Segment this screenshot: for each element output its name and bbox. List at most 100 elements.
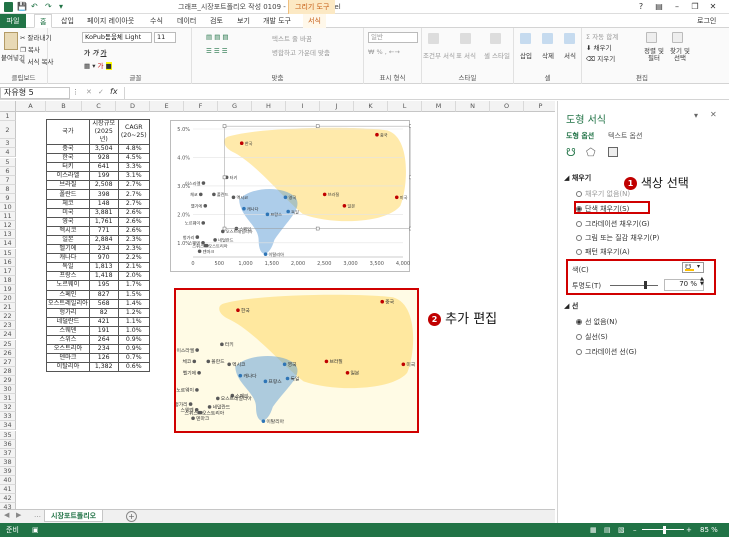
table-cell[interactable]: 체코 (46, 198, 90, 209)
fill-line-icon[interactable]: ☋ (566, 146, 576, 159)
table-cell[interactable]: 3,504 (88, 143, 119, 155)
undo-icon[interactable]: ↶ (31, 1, 38, 13)
column-header[interactable]: P (524, 101, 555, 112)
column-header[interactable]: A (16, 101, 46, 112)
column-header[interactable]: I (286, 101, 320, 112)
line-option-gradient[interactable]: 그라데이션 선(G) (576, 347, 637, 357)
pane-options-chevron-icon[interactable]: ▾ (694, 111, 698, 120)
number-format-select[interactable]: 일반 (368, 32, 418, 43)
tab-text-options[interactable]: 텍스트 옵션 (608, 131, 642, 141)
row-header[interactable]: 17 (0, 266, 16, 276)
table-cell[interactable]: 이탈리아 (46, 362, 90, 373)
tab-review[interactable]: 검토 (205, 14, 228, 28)
table-cell[interactable]: 4.8% (117, 143, 151, 155)
effects-icon[interactable]: ⬠ (586, 146, 596, 159)
column-header[interactable]: K (354, 101, 388, 112)
row-header[interactable]: 33 (0, 412, 16, 422)
align-left-icon[interactable]: ☰ ☰ ☰ (206, 47, 228, 55)
table-format-icon[interactable] (460, 33, 471, 44)
column-header[interactable]: J (320, 101, 354, 112)
insert-cells-button[interactable]: 삽입 (520, 50, 532, 60)
table-cell[interactable]: 브라질 (46, 180, 90, 191)
table-cell[interactable]: 멕시코 (46, 225, 90, 236)
header-market-size[interactable]: 시장규모 (2025년) (88, 119, 119, 145)
tab-formulas[interactable]: 수식 (145, 14, 168, 28)
table-cell[interactable]: 82 (88, 307, 119, 318)
table-cell[interactable]: 2.2% (117, 253, 151, 264)
column-header[interactable]: O (490, 101, 524, 112)
tab-file[interactable]: 파일 (0, 14, 26, 28)
border-button[interactable]: ▦ ▾ 가 ■ (84, 60, 112, 70)
font-name-select[interactable]: KoPub돋움체 Light (82, 32, 152, 43)
fill-option-gradient[interactable]: 그라데이션 채우기(G) (576, 219, 650, 229)
delete-cells-button[interactable]: 삭제 (542, 50, 554, 60)
table-cell[interactable]: 3.1% (117, 171, 151, 182)
fill-section-header[interactable]: ◢ 채우기 (564, 173, 591, 183)
row-header[interactable]: 42 (0, 494, 16, 504)
row-header[interactable]: 34 (0, 421, 16, 431)
row-header[interactable]: 28 (0, 366, 16, 376)
font-size-select[interactable]: 11 (154, 32, 176, 43)
color-picker-button[interactable]: ☋ ▾ (682, 262, 704, 273)
table-cell[interactable]: 1,761 (88, 216, 119, 227)
clear-button[interactable]: ⌫ 지우기 (586, 53, 615, 63)
cut-button[interactable]: ✂ 잘라내기 (20, 32, 51, 42)
table-cell[interactable]: 641 (88, 162, 119, 173)
format-cells-icon[interactable] (564, 33, 575, 44)
row-header[interactable]: 31 (0, 394, 16, 404)
find-select-icon[interactable] (672, 32, 683, 43)
table-cell[interactable]: 126 (88, 353, 119, 364)
row-header[interactable]: 16 (0, 257, 16, 267)
sort-filter-button[interactable]: 정렬 및 필터 (642, 48, 666, 62)
sheet-nav-next-icon[interactable]: ▶ (16, 511, 21, 519)
table-cell[interactable]: 폴란드 (46, 189, 90, 200)
sort-filter-icon[interactable] (646, 32, 657, 43)
table-cell[interactable]: 1,418 (88, 271, 119, 282)
conditional-format-icon[interactable] (428, 33, 439, 44)
insert-function-button[interactable]: fx (110, 87, 118, 96)
chevron-down-icon[interactable]: ▾ (59, 1, 63, 13)
fill-option-solid[interactable]: 단색 채우기(S) (576, 204, 629, 214)
table-format-button[interactable]: 표 서식 (456, 50, 476, 60)
radio-fill-pattern[interactable] (576, 249, 582, 255)
table-cell[interactable]: 1.5% (117, 289, 151, 300)
table-cell[interactable]: 1.2% (117, 307, 151, 318)
tab-insert[interactable]: 삽입 (56, 14, 79, 28)
worksheet-grid[interactable]: ABCDEFGHIJKLMNOPQ 1234567891011121314151… (0, 101, 555, 509)
table-cell[interactable]: 234 (88, 344, 119, 355)
row-header[interactable]: 26 (0, 348, 16, 358)
table-cell[interactable]: 148 (88, 198, 119, 209)
column-header[interactable]: M (422, 101, 456, 112)
table-cell[interactable]: 195 (88, 280, 119, 291)
chart-edited[interactable]: 중국 한국 터키 이스라엘 브라질 폴란드 체코 미국 영국 멕시코 일본 벨기에 캐나다 독일 프랑스 노르… (174, 288, 419, 433)
radio-fill-gradient[interactable] (576, 221, 582, 227)
column-header[interactable]: H (252, 101, 286, 112)
macro-record-icon[interactable]: ▣ (32, 523, 39, 537)
normal-view-icon[interactable]: ▦ (590, 523, 597, 537)
column-header[interactable]: D (116, 101, 150, 112)
radio-line-solid[interactable] (576, 334, 582, 340)
table-cell[interactable]: 독일 (46, 262, 90, 273)
row-header[interactable]: 5 (0, 157, 16, 167)
table-cell[interactable]: 중국 (46, 143, 90, 155)
cell-style-icon[interactable] (490, 33, 501, 44)
table-cell[interactable]: 2,508 (88, 180, 119, 191)
header-country[interactable]: 국가 (46, 119, 90, 145)
autosum-button[interactable]: Σ 자동 합계 (586, 31, 618, 41)
row-header[interactable]: 30 (0, 385, 16, 395)
table-cell[interactable]: 3.3% (117, 162, 151, 173)
paste-icon[interactable] (4, 32, 18, 50)
row-header[interactable]: 8 (0, 184, 16, 194)
table-cell[interactable]: 2.6% (117, 216, 151, 227)
fill-option-picture[interactable]: 그림 또는 질감 채우기(P) (576, 233, 659, 243)
table-cell[interactable]: 4.5% (117, 153, 151, 164)
align-top-icon[interactable]: ▤ ▤ ▤ (206, 33, 229, 41)
column-header[interactable]: B (46, 101, 82, 112)
zoom-level[interactable]: 85 % (700, 523, 718, 537)
table-cell[interactable]: 0.6% (117, 362, 151, 373)
table-cell[interactable]: 0.9% (117, 344, 151, 355)
table-cell[interactable]: 1.7% (117, 280, 151, 291)
radio-line-gradient[interactable] (576, 349, 582, 355)
page-layout-view-icon[interactable]: ▤ (604, 523, 611, 537)
row-header[interactable]: 4 (0, 148, 16, 158)
